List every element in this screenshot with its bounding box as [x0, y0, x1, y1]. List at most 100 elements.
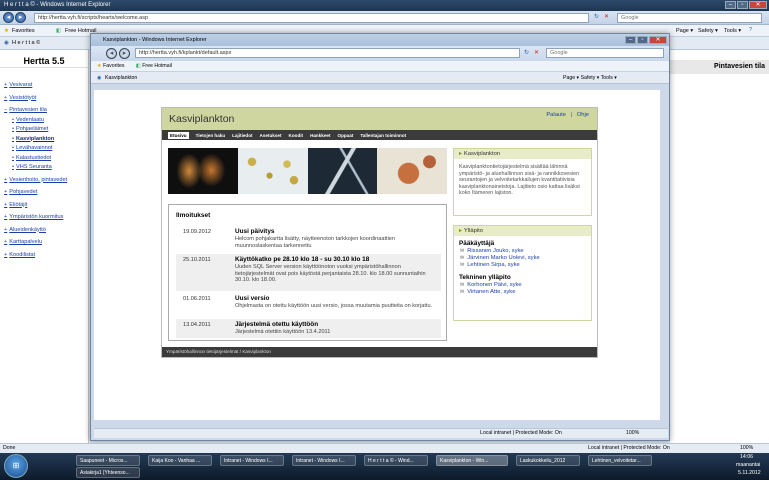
- announcement-title: Käyttökatko pe 28.10 klo 18 - su 30.10 k…: [235, 256, 370, 263]
- main-nav: Etusivu Tietojen haku Lajitiedot Asetuks…: [162, 130, 597, 140]
- inner-browser-window: Kasviplankton - Windows Internet Explore…: [90, 33, 670, 441]
- sidebar-item-alueidenkaytto[interactable]: + Alueidenkäyttö: [0, 227, 88, 234]
- outer-safety-menu[interactable]: Safety ▾: [698, 28, 718, 34]
- sidebar-item-karttapalvelu[interactable]: + Karttapalvelu: [0, 239, 88, 246]
- tab-oppaat[interactable]: Oppaat: [338, 133, 354, 138]
- tab-tallentajan-toiminnot[interactable]: Tallentajan toiminnot: [360, 133, 406, 138]
- page-footer: Ympäristöhallinnon tietojärjestelmät / K…: [162, 347, 597, 357]
- sidebar-subitem-pohjaelaimet[interactable]: • Pohjaeläimet: [0, 126, 88, 133]
- admin-contact-link[interactable]: ✉ Lehtinen Sirpa, syke: [454, 261, 591, 268]
- minimize-button[interactable]: –: [725, 1, 736, 9]
- favorites-star-icon: ★: [4, 28, 9, 34]
- inner-maximize-button[interactable]: ▫: [637, 36, 648, 44]
- tab-tietojen-haku[interactable]: Tietojen haku: [196, 133, 226, 138]
- outer-window-title: H e r t t a © - Windows Internet Explore…: [4, 2, 111, 8]
- inner-back-icon[interactable]: ◂: [106, 48, 117, 59]
- inner-close-button[interactable]: ✕: [649, 36, 667, 44]
- maximize-button[interactable]: ▫: [737, 1, 748, 9]
- help-icon[interactable]: ?: [749, 27, 752, 33]
- sidebar-nav: + Vesivarat + Vesistötyöt − Pintavesien til…: [0, 82, 88, 258]
- plankton-image-4: [377, 148, 447, 194]
- back-icon[interactable]: ◂: [3, 12, 14, 23]
- inner-url-field[interactable]: http://hertta.vyh.fi/kplankt/default.asp…: [135, 48, 520, 58]
- admin-contact-link[interactable]: ✉ Järvinen Marko Uolevi, syke: [454, 254, 591, 261]
- mail-icon: ✉: [460, 282, 465, 288]
- inner-toolbar-menus[interactable]: Page ▾ Safety ▾ Tools ▾: [563, 75, 617, 81]
- inner-favorites-bar: ★ Favorites ◧ Free Hotmail: [91, 61, 669, 72]
- inner-forward-icon[interactable]: ▸: [119, 48, 130, 59]
- triangle-icon: ▸: [459, 151, 462, 157]
- tab-etusivu[interactable]: Etusivu: [168, 131, 189, 139]
- sidebar-item-koodilistat[interactable]: + Koodilistat: [0, 252, 88, 259]
- sidebar-subitem-kasviplankton[interactable]: • Kasviplankton: [0, 136, 88, 143]
- refresh-icon[interactable]: ↻: [594, 13, 599, 20]
- start-button[interactable]: ⊞: [4, 454, 28, 478]
- inner-stop-icon[interactable]: ✕: [534, 49, 539, 56]
- page-title: Kasviplankton: [169, 113, 235, 125]
- inner-zoom-level[interactable]: 100%: [626, 430, 639, 436]
- sidebar-subitem-vhs-seuranta[interactable]: • VHS Seuranta: [0, 164, 88, 171]
- mail-icon: ✉: [460, 248, 465, 254]
- sidebar-item-vesivarat[interactable]: + Vesivarat: [0, 82, 88, 89]
- outer-favorites-button[interactable]: Favorites: [12, 28, 35, 34]
- sidebar-item-pohjavedet[interactable]: + Pohjavedet: [0, 189, 88, 196]
- inner-page-icon: ◉: [97, 75, 102, 81]
- inner-favorites-button[interactable]: Favorites: [103, 63, 124, 69]
- inner-minimize-button[interactable]: –: [625, 36, 636, 44]
- outer-zone-status: Local intranet | Protected Mode: On: [588, 445, 670, 451]
- inner-refresh-icon[interactable]: ↻: [524, 49, 529, 56]
- triangle-icon: ▸: [459, 228, 462, 234]
- taskbar-item[interactable]: Laskukokkeilu_2012: [516, 455, 580, 466]
- sidebar-item-eliotajit[interactable]: + Eliötäjit: [0, 202, 88, 209]
- sidebar-subitem-vedenlaatu[interactable]: • Vedenlaatu: [0, 117, 88, 124]
- plankton-image-3: [307, 148, 378, 194]
- announcement-date: 25.10.2011: [183, 257, 211, 263]
- tech-contact-link[interactable]: ✉ Virtanen Atte, syke: [454, 288, 591, 295]
- hotmail-icon: ◧: [56, 28, 62, 34]
- announcement-row: 13.04.2011 Järjestelmä otettu käyttöön J…: [176, 319, 441, 338]
- sidebar-item-pintavesien-tila[interactable]: − Pintavesien tila: [0, 107, 88, 114]
- windows-taskbar: ⊞ Saapuneet - Micros... Kaija Koo - Vanh…: [0, 453, 769, 480]
- plankton-image-1: [168, 148, 238, 194]
- tab-hankkeet[interactable]: Hankkeet: [310, 133, 330, 138]
- tab-lajitiedot[interactable]: Lajitiedot: [232, 133, 252, 138]
- taskbar-item[interactable]: Intranet - Windows I...: [292, 455, 356, 466]
- taskbar-item[interactable]: Asiakirja1 [Yhteenso...: [76, 467, 140, 478]
- inner-window-title: Kasviplankton - Windows Internet Explore…: [103, 37, 207, 43]
- inner-hotmail-link[interactable]: Free Hotmail: [142, 63, 172, 69]
- sidebar-item-vesienhoito[interactable]: + Vesienhoito, pintavedet: [0, 177, 88, 184]
- admin-contact-link[interactable]: ✉ Rissanen Jouko, syke: [454, 247, 591, 254]
- sidebar-subitem-levahavainnot[interactable]: • Levähavainnot: [0, 145, 88, 152]
- announcement-row: 25.10.2011 Käyttökatko pe 28.10 klo 18 -…: [176, 254, 441, 291]
- sidebar-subitem-kalastustiedot[interactable]: • Kalastustiedot: [0, 155, 88, 162]
- taskbar-item[interactable]: H e r t t a © - Wind...: [364, 455, 428, 466]
- tech-contact-link[interactable]: ✉ Korhonen Päivi, syke: [454, 281, 591, 288]
- sidebar-item-ymparisto-kuormitus[interactable]: + Ympäristön kuormitus: [0, 214, 88, 221]
- announcement-title: Uusi päivitys: [235, 228, 275, 235]
- ie-page-icon: ◉: [4, 40, 9, 46]
- outer-search-input[interactable]: Google: [617, 13, 762, 23]
- close-button[interactable]: ✕: [749, 1, 767, 9]
- outer-zoom-level[interactable]: 100%: [740, 445, 753, 451]
- tab-koodit[interactable]: Koodit: [289, 133, 304, 138]
- taskbar-item[interactable]: Kaija Koo - Vanhaa ...: [148, 455, 212, 466]
- plankton-image-strip: [168, 148, 447, 194]
- outer-page-menu[interactable]: Page ▾: [676, 28, 693, 34]
- announcement-date: 01.06.2011: [183, 296, 211, 302]
- sidebar-item-vesistotyot[interactable]: + Vesistötyöt: [0, 95, 88, 102]
- taskbar-item-active[interactable]: Kasviplankton - Win...: [436, 455, 508, 466]
- help-link[interactable]: Ohje: [577, 112, 589, 118]
- inner-tab[interactable]: Kasviplankton: [105, 75, 137, 81]
- forward-icon[interactable]: ▸: [15, 12, 26, 23]
- inner-search-input[interactable]: Google: [546, 48, 664, 58]
- taskbar-item[interactable]: Saapuneet - Micros...: [76, 455, 140, 466]
- outer-url-field[interactable]: http://hertta.vyh.fi/scripts/hearts/welc…: [34, 13, 589, 23]
- feedback-link[interactable]: Palaute: [546, 112, 566, 118]
- taskbar-item[interactable]: Intranet - Windows I...: [220, 455, 284, 466]
- taskbar-item[interactable]: Lehtinen_velvoitetar...: [588, 455, 652, 466]
- stop-icon[interactable]: ✕: [604, 13, 609, 20]
- info-box-text: Kasviplanktontietojärjestelmä sisältää l…: [459, 164, 580, 196]
- tab-asetukset[interactable]: Asetukset: [260, 133, 282, 138]
- outer-tab[interactable]: H e r t t a ©: [12, 40, 40, 46]
- outer-tools-menu[interactable]: Tools ▾: [724, 28, 741, 34]
